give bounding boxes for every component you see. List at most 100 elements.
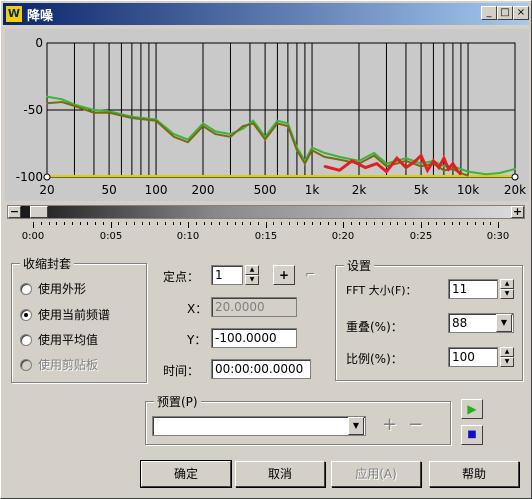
spin-up-icon[interactable]: ▲ [245,265,259,275]
ratio-label: 比例(%)： [346,352,403,366]
ruler-tick [381,222,383,225]
ruler-tick [281,222,282,225]
x-field: 20.0000 [211,297,297,317]
zoom-in-button[interactable]: + [511,206,524,218]
stop-button[interactable]: ■ [461,425,483,445]
help-button[interactable]: 帮助 [429,461,519,487]
ruler-tick [188,222,189,228]
data-point [202,125,204,127]
data-point [405,157,407,160]
y-label: Y： [187,333,207,347]
ruler-tick [141,222,143,225]
cancel-button[interactable]: 取消 [235,461,325,487]
fft-size-field[interactable]: 11 [448,279,498,299]
ruler-label: 0:30 [486,231,510,242]
ruler-tick [374,222,375,225]
point-field[interactable]: 1 [211,265,243,285]
data-point [452,162,454,165]
ruler-tick [71,222,73,225]
ruler-tick [451,222,453,225]
scroll-thumb[interactable] [30,206,48,218]
ruler-tick [412,222,414,225]
ratio-field[interactable]: 100 [448,347,498,367]
radio-use-current-spectrum[interactable]: 使用当前频谱 [20,306,110,323]
radio-dot[interactable] [20,282,32,295]
ruler-tick [250,222,251,225]
data-point [323,165,326,168]
data-point [287,122,289,125]
spin-down-icon[interactable]: ▼ [500,289,514,299]
radio-label: 使用当前频谱 [38,308,111,322]
fft-size-spinner[interactable]: ▲ ▼ [500,279,514,299]
data-point [155,119,157,122]
x-tick-label: 10k [457,183,479,197]
ruler-tick [157,222,158,225]
ruler-label: 0:25 [409,231,433,242]
spin-up-icon[interactable]: ▲ [500,279,514,289]
ruler-tick [443,222,445,225]
data-point [460,173,462,176]
data-point [173,133,175,135]
spin-down-icon[interactable]: ▼ [500,357,514,367]
ruler-tick [319,222,321,225]
data-point [287,125,289,127]
time-field[interactable]: 00:00:00.0000 [211,359,311,379]
data-point [373,154,375,157]
data-point [432,160,435,162]
data-point [61,98,63,101]
x-tick-label: 20k [504,183,526,197]
ruler-tick [226,222,228,225]
minimize-button[interactable]: _ [481,6,497,20]
data-point [229,133,232,135]
overlap-label: 重叠(%)： [346,320,403,334]
y-field[interactable]: -100.0000 [211,328,297,348]
preset-select[interactable] [152,416,366,436]
spectrum-chart[interactable]: 0 -50 -10020 50 100 200 500 1k 2k 5k 10k 20k [5,29,529,201]
ok-button[interactable]: 确定 [140,460,232,488]
add-point-button[interactable]: + [273,265,295,285]
data-point [242,125,244,127]
ruler-tick [343,222,344,228]
ruler-tick [474,222,476,225]
data-point [447,168,450,170]
x-tick-label: 200 [192,183,215,197]
x-label: X： [187,302,208,316]
ratio-spinner[interactable]: ▲ ▼ [500,347,514,367]
data-point [264,138,266,141]
data-point [385,170,388,173]
ruler-tick [195,222,197,225]
ruler-tick [273,222,275,225]
time-scrollbar[interactable]: − + [7,205,525,219]
ruler-tick [366,222,368,225]
data-point [420,154,422,157]
play-button[interactable]: ▶ [461,399,483,419]
point-spinner[interactable]: ▲ ▼ [245,265,259,285]
radio-dot[interactable] [20,333,32,346]
ruler-tick [296,222,298,225]
envelope-handle [511,173,519,181]
spectrum-plot[interactable]: 0 -50 -100 20 50 100 200 500 1k 2k 5k 10k 20k [5,29,529,201]
radio-use-shape[interactable]: 使用外形 [20,280,86,297]
ruler-tick [234,222,236,225]
radio-dot[interactable] [20,308,32,321]
spin-up-icon[interactable]: ▲ [500,347,514,357]
y-tick-label: -100 [16,170,43,184]
maximize-button[interactable]: □ [497,6,513,20]
data-point [499,172,501,174]
ruler-tick [33,222,34,228]
ruler-tick [397,222,399,225]
radio-use-average[interactable]: 使用平均值 [20,331,98,348]
x-tick-label: 5k [414,183,429,197]
data-point [426,169,429,172]
settings-title: 设置 [344,257,375,274]
spin-down-icon[interactable]: ▼ [245,275,259,285]
ruler-tick [172,222,174,225]
close-button[interactable]: × [513,6,529,20]
y-tick-label: -50 [23,103,43,117]
chevron-down-icon[interactable]: ▼ [348,417,364,435]
data-point [252,119,255,122]
chevron-down-icon[interactable]: ▼ [496,314,512,332]
data-point [467,174,469,177]
zoom-out-button[interactable]: − [8,206,21,218]
data-point [61,101,63,103]
